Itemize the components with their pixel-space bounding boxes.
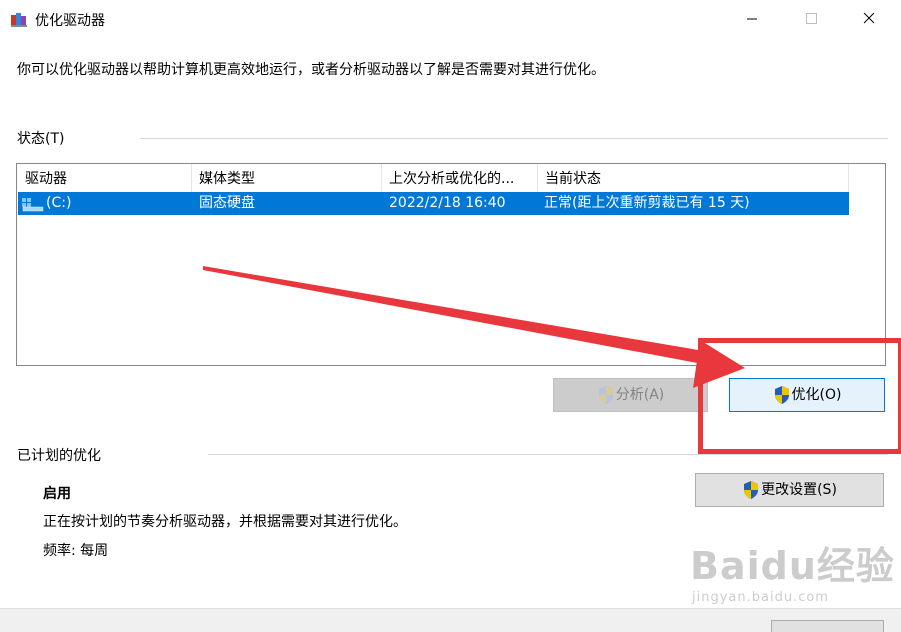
schedule-description: 正在按计划的节奏分析驱动器，并根据需要对其进行优化。 [43,514,407,530]
optimize-drives-window: 优化驱动器 你可以优化驱动器以帮助计算机更高效地运行，或者分析驱动器以了解是否需… [0,0,901,632]
column-header-drive[interactable]: 驱动器 [17,164,191,192]
change-settings-button[interactable]: 更改设置(S) [695,473,884,507]
column-header-last-run[interactable]: 上次分析或优化的... [381,164,537,192]
close-button[interactable] [846,0,892,38]
title-bar[interactable]: 优化驱动器 [0,0,901,38]
column-header-media-type[interactable]: 媒体类型 [191,164,381,192]
analyze-label: 分析(A) [615,387,665,403]
maximize-button[interactable] [788,0,834,38]
media-type: 固态硬盘 [199,195,255,211]
last-run-time: 2022/2/18 16:40 [389,195,506,211]
minimize-button[interactable] [730,0,776,38]
dialog-footer [0,608,901,632]
drive-list-header: 驱动器 媒体类型 上次分析或优化的... 当前状态 [17,164,885,192]
column-header-current-status[interactable]: 当前状态 [537,164,837,192]
status-divider [140,138,888,139]
defrag-app-icon [11,13,27,27]
drive-name: (C:) [46,195,72,211]
ssd-drive-icon [22,198,44,212]
scheduled-divider [208,454,888,455]
watermark-url: jingyan.baidu.com [692,590,829,605]
status-section-label: 状态(T) [17,131,65,147]
uac-shield-icon [744,481,759,499]
schedule-state: 启用 [43,486,71,502]
intro-text: 你可以优化驱动器以帮助计算机更高效地运行，或者分析驱动器以了解是否需要对其进行优… [17,62,605,78]
column-separator[interactable] [848,164,849,192]
drive-list[interactable]: 驱动器 媒体类型 上次分析或优化的... 当前状态 (C:) 固态硬盘 2022… [16,163,886,366]
table-row[interactable]: (C:) 固态硬盘 2022/2/18 16:40 正常(距上次重新剪裁已有 1… [18,192,849,215]
current-status: 正常(距上次重新剪裁已有 15 天) [544,195,750,211]
close-icon [863,12,875,24]
analyze-button[interactable]: 分析(A) [553,378,708,412]
annotation-highlight-box [698,338,901,454]
close-dialog-button[interactable] [771,620,884,632]
uac-shield-icon [598,386,613,404]
baidu-watermark: Baidu经验 jingyan.baidu.com [690,535,895,605]
watermark-logo: Baidu经验 [690,544,895,588]
maximize-icon [806,13,817,24]
window-title: 优化驱动器 [35,13,105,29]
schedule-frequency: 频率: 每周 [43,543,109,559]
minimize-icon [747,18,757,20]
change-settings-label: 更改设置(S) [761,482,837,498]
scheduled-section-label: 已计划的优化 [17,448,101,464]
